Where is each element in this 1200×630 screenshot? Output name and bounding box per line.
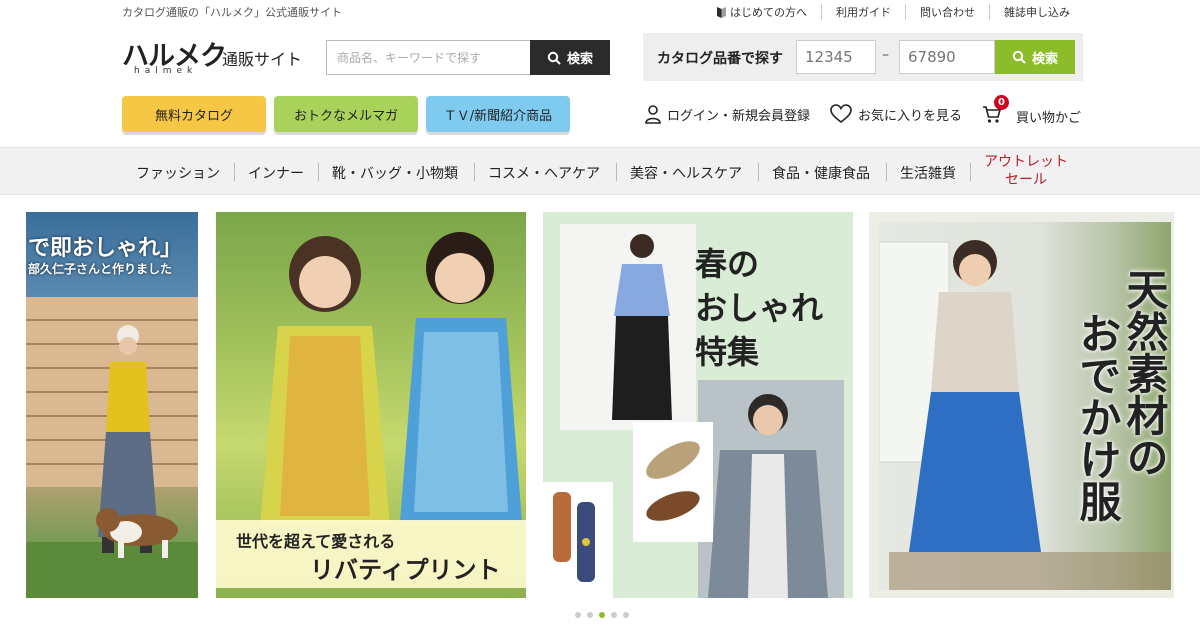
banner-1-subline: 部久仁子さんと作りました — [28, 262, 173, 276]
banner-2-caption-line-1: 世代を超えて愛される — [236, 532, 396, 551]
favorites-link[interactable]: お気に入りを見る — [830, 104, 962, 124]
favorites-link-label: お気に入りを見る — [858, 108, 963, 124]
catalog-number-search: カタログ品番で探す – 検索 — [643, 33, 1083, 81]
site-logo[interactable]: ハルメク 通販サイト halmek — [122, 34, 302, 80]
category-cosme[interactable]: コスメ・ヘアケア — [488, 163, 600, 183]
login-link[interactable]: ログイン・新規会員登録 — [645, 104, 810, 124]
banner-4[interactable]: 天然素材の おでかけ服 — [869, 212, 1174, 598]
banner-1-headline: で即おしゃれ」 — [28, 236, 183, 261]
catalog-number-dash: – — [882, 47, 889, 63]
category-separator — [970, 163, 971, 181]
catalog-search-button-label: 検索 — [1031, 51, 1058, 67]
search-button[interactable]: 検索 — [530, 40, 610, 75]
banner-2-caption-line-2: リバティプリント — [310, 556, 501, 584]
cart-link[interactable]: 0 買い物かご — [982, 95, 1082, 128]
catalog-number-field-1[interactable] — [796, 40, 876, 74]
keyword-search: 検索 — [326, 40, 610, 75]
top-links: はじめての方へ 利用ガイド 問い合わせ 雑誌申し込み — [703, 4, 1084, 20]
banner-3-shoes-image — [633, 422, 713, 542]
banner-3-model-2-figure — [698, 380, 844, 598]
carousel-dot[interactable] — [599, 612, 605, 618]
category-goods[interactable]: 生活雑貨 — [900, 163, 956, 183]
outlet-line-1: アウトレット — [984, 154, 1068, 170]
cart-icon-wrap: 0 — [982, 95, 1009, 128]
top-link-magazine[interactable]: 雑誌申し込み — [989, 4, 1084, 20]
banner-2-model-right-image — [400, 232, 522, 522]
catalog-search-button[interactable]: 検索 — [995, 40, 1075, 74]
logo-roman-text: halmek — [134, 66, 198, 76]
carousel-dot[interactable] — [611, 612, 617, 618]
banner-3-socks-figure — [553, 492, 595, 582]
banner-3-model-1-figure — [612, 234, 672, 420]
top-link-contact[interactable]: 問い合わせ — [905, 4, 989, 20]
heart-icon — [830, 104, 852, 124]
carousel-dot[interactable] — [623, 612, 629, 618]
category-inner[interactable]: インナー — [248, 163, 304, 183]
free-catalog-button[interactable]: 無料カタログ — [122, 96, 266, 132]
carousel-dot[interactable] — [575, 612, 581, 618]
banner-3-title-line-2: おしゃれ — [695, 289, 824, 327]
banner-4-title-line-1: 天然素材の — [1120, 268, 1169, 478]
banner-3-title-line-1: 春の — [695, 245, 760, 283]
banner-3-title-line-3: 特集 — [695, 333, 760, 371]
tv-newspaper-button[interactable]: ＴＶ/新聞紹介商品 — [426, 96, 570, 132]
mail-magazine-button[interactable]: おトクなメルマガ — [274, 96, 418, 132]
category-fashion[interactable]: ファッション — [136, 163, 220, 183]
user-icon — [645, 105, 661, 124]
logo-sub-text: 通販サイト — [222, 50, 303, 69]
top-link-guide[interactable]: 利用ガイド — [821, 4, 905, 20]
banner-3[interactable]: 春の おしゃれ 特集 — [543, 212, 853, 598]
category-separator — [318, 163, 319, 181]
search-input[interactable] — [326, 40, 530, 75]
login-link-label: ログイン・新規会員登録 — [667, 108, 811, 124]
search-icon — [1012, 50, 1026, 64]
carousel-indicators — [572, 612, 632, 618]
cart-link-label: 買い物かご — [1016, 110, 1082, 126]
search-icon — [547, 51, 561, 65]
cart-count-badge: 0 — [994, 95, 1009, 110]
category-outlet-sale[interactable]: アウトレット セール — [984, 153, 1068, 189]
category-separator — [474, 163, 475, 181]
banner-3-shoes-figure — [646, 441, 700, 521]
carousel-dot[interactable] — [587, 612, 593, 618]
category-beauty-health[interactable]: 美容・ヘルスケア — [630, 163, 742, 183]
hero-carousel: で即おしゃれ」 部久仁子さんと作りました 世代を超えて愛される リバティプリント — [0, 212, 1200, 600]
site-tagline: カタログ通販の「ハルメク」公式通販サイト — [122, 6, 342, 19]
catalog-search-label: カタログ品番で探す — [657, 51, 783, 67]
banner-3-socks-image — [543, 482, 613, 598]
banner-1[interactable]: で即おしゃれ」 部久仁子さんと作りました — [26, 212, 198, 598]
banner-3-title: 春の おしゃれ 特集 — [695, 242, 823, 374]
banner-2[interactable]: 世代を超えて愛される リバティプリント — [216, 212, 526, 598]
category-separator — [616, 163, 617, 181]
search-button-label: 検索 — [566, 52, 593, 67]
banner-3-model-1-image — [560, 224, 696, 430]
category-separator — [758, 163, 759, 181]
top-bar: カタログ通販の「ハルメク」公式通販サイト はじめての方へ 利用ガイド 問い合わせ… — [0, 0, 1200, 22]
banner-3-model-2-image — [698, 380, 844, 598]
category-separator — [886, 163, 887, 181]
banner-2-model-left-image — [260, 236, 390, 526]
banner-4-title-line-2: おでかけ服 — [1073, 312, 1122, 522]
top-link-beginner[interactable]: はじめての方へ — [703, 4, 821, 20]
category-nav: ファッション インナー 靴・バッグ・小物類 コスメ・ヘアケア 美容・ヘルスケア … — [0, 147, 1200, 195]
category-food[interactable]: 食品・健康食品 — [772, 163, 870, 183]
banner-1-dog-image — [96, 508, 178, 558]
beginner-mark-icon — [717, 6, 726, 18]
top-link-beginner-label: はじめての方へ — [730, 6, 807, 19]
category-shoes-bags[interactable]: 靴・バッグ・小物類 — [332, 163, 458, 183]
catalog-number-field-2[interactable] — [899, 40, 995, 74]
category-separator — [234, 163, 235, 181]
outlet-line-2: セール — [1005, 172, 1047, 188]
